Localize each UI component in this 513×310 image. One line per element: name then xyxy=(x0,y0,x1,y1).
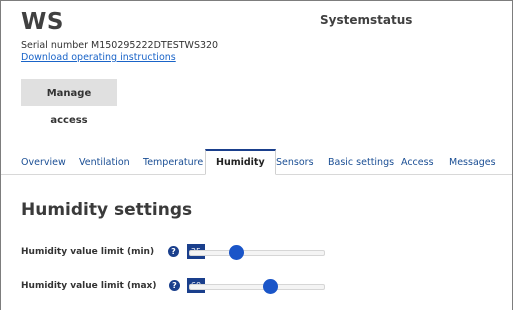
tab-overview[interactable]: Overview xyxy=(21,149,66,174)
device-name: WS xyxy=(21,9,64,35)
manage-access-button[interactable]: Manage access xyxy=(21,79,117,126)
slider-thumb[interactable] xyxy=(262,279,278,294)
tab-humidity[interactable]: Humidity xyxy=(205,149,276,175)
tab-messages[interactable]: Messages xyxy=(449,149,496,174)
tab-basic-settings[interactable]: Basic settings xyxy=(328,149,394,174)
section-title: Humidity settings xyxy=(21,200,193,220)
tab-temperature[interactable]: Temperature xyxy=(143,149,203,174)
help-icon[interactable]: ? xyxy=(169,280,180,291)
slider-thumb[interactable] xyxy=(229,245,245,260)
serial-number: Serial number M150295222DTESTWS320 xyxy=(21,40,219,51)
system-status-title: Systemstatus xyxy=(320,13,413,27)
device-panel: WS Serial number M150295222DTESTWS320 Do… xyxy=(0,0,513,310)
help-icon[interactable]: ? xyxy=(168,246,179,257)
humidity-min-slider[interactable] xyxy=(189,245,325,260)
humidity-min-label: Humidity value limit (min) xyxy=(21,247,155,257)
tab-bar: Overview Ventilation Temperature Humidit… xyxy=(1,149,512,175)
tab-ventilation[interactable]: Ventilation xyxy=(79,149,130,174)
tab-sensors[interactable]: Sensors xyxy=(276,149,314,174)
humidity-max-label: Humidity value limit (max) xyxy=(21,281,157,291)
humidity-max-slider[interactable] xyxy=(189,279,325,294)
download-instructions-link[interactable]: Download operating instructions xyxy=(21,52,176,63)
tab-access[interactable]: Access xyxy=(401,149,434,174)
